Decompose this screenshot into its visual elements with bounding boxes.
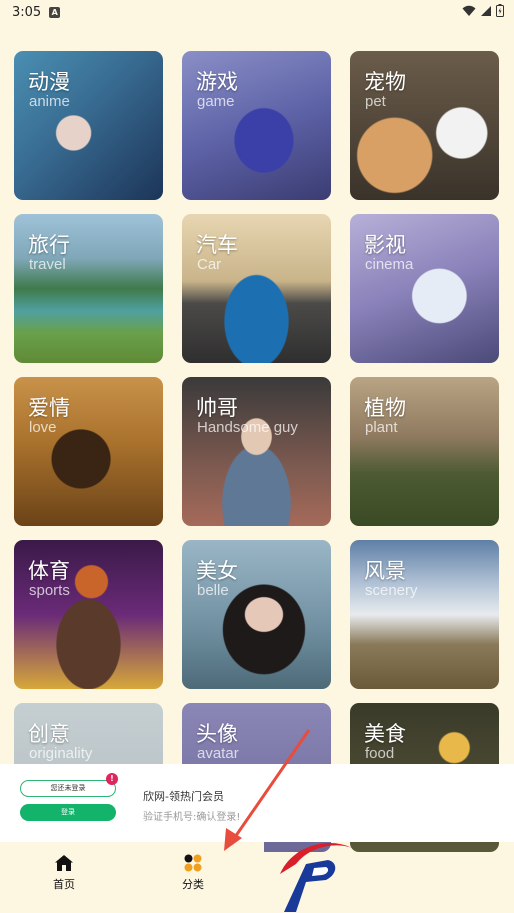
banner-thumbnail: 您还未登录 ! 登录 [20,773,118,821]
status-time: 3:05 [12,4,42,20]
tab-home-label: 首页 [53,878,75,891]
category-title: 头像 [196,722,238,746]
category-title: 汽车 [196,233,238,257]
category-subtitle: love [29,419,57,436]
category-title: 美女 [196,559,238,583]
category-subtitle: food [365,745,395,762]
category-subtitle: sports [29,582,70,599]
category-subtitle: plant [365,419,398,436]
status-bar: 3:05 A [0,0,514,24]
category-card-travel[interactable]: 旅行 travel [14,214,163,363]
category-title: 美食 [364,722,406,746]
tab-category-label: 分类 [182,878,204,891]
category-title: 影视 [364,233,406,257]
category-card-plant[interactable]: 植物 plant [350,377,499,526]
signal-icon [481,5,491,16]
category-subtitle: scenery [365,582,418,599]
banner-subtitle: 验证手机号:确认登录! [143,812,241,823]
category-subtitle: Car [197,256,222,273]
category-subtitle: belle [197,582,229,599]
category-subtitle: cinema [365,256,414,273]
category-card-game[interactable]: 游戏 game [182,51,331,200]
category-subtitle: anime [29,93,70,110]
category-subtitle: Handsome guy [197,419,298,436]
category-card-pet[interactable]: 宠物 pet [350,51,499,200]
bottom-tab-bar: 首页 分类 [0,842,264,913]
status-icons [462,4,504,17]
tab-home[interactable]: 首页 [24,854,104,898]
battery-icon [496,4,504,17]
watermark-logo [280,843,352,912]
category-subtitle: game [197,93,235,110]
tab-category[interactable]: 分类 [153,854,233,898]
banner-alert-badge: ! [106,773,118,785]
category-card-cinema[interactable]: 影视 cinema [350,214,499,363]
category-title: 风景 [364,559,406,583]
category-subtitle: avatar [197,745,239,762]
category-icon [184,854,202,872]
login-banner[interactable]: 您还未登录 ! 登录 欣网-领热门会员 验证手机号:确认登录! [0,764,514,842]
category-subtitle: pet [365,93,386,110]
wifi-icon [462,5,476,16]
category-title: 动漫 [28,70,70,94]
category-subtitle: travel [29,256,66,273]
banner-field: 您还未登录 [20,780,116,797]
banner-login-button: 登录 [20,804,116,821]
category-card-belle[interactable]: 美女 belle [182,540,331,689]
category-card-handsome-guy[interactable]: 帅哥 Handsome guy [182,377,331,526]
category-title: 植物 [364,396,406,420]
category-title: 旅行 [28,233,70,257]
category-card-sports[interactable]: 体育 sports [14,540,163,689]
category-card-car[interactable]: 汽车 Car [182,214,331,363]
category-subtitle: originality [29,745,93,762]
category-title: 创意 [28,722,70,746]
category-card-anime[interactable]: 动漫 anime [14,51,163,200]
banner-title: 欣网-领热门会员 [143,790,224,803]
category-title: 游戏 [196,70,238,94]
category-card-love[interactable]: 爱情 love [14,377,163,526]
category-title: 爱情 [28,396,70,420]
category-title: 宠物 [364,70,406,94]
category-card-scenery[interactable]: 风景 scenery [350,540,499,689]
category-title: 体育 [28,559,70,583]
home-icon [55,855,73,871]
notification-icon: A [49,6,61,18]
category-title: 帅哥 [196,396,238,420]
category-grid: 动漫 anime 游戏 game 宠物 pet 旅行 travel 汽车 Car… [14,51,500,852]
